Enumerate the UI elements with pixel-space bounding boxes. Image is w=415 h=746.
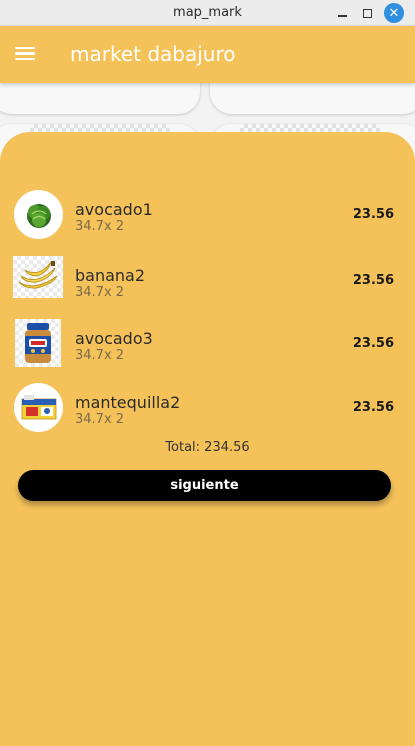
item-quantity: 34.7x 2 [75, 285, 125, 300]
item-price: 23.56 [352, 400, 394, 415]
item-price: 23.56 [352, 336, 394, 351]
app-bar: market dabajuro [0, 26, 415, 83]
item-price: 23.56 [352, 273, 394, 288]
close-icon[interactable]: ✕ [384, 3, 404, 23]
butter-box-image [14, 383, 63, 432]
cart-total: Total: 234.56 [165, 440, 250, 455]
item-name: avocado3 [75, 329, 153, 348]
lettuce-image [14, 190, 63, 239]
cart-bottom-sheet: avocado1 34.7x 2 23.56 banana2 34.7x 2 2… [0, 132, 415, 746]
window-titlebar: map_mark ✕ [0, 0, 415, 26]
cart-item[interactable]: mantequilla2 34.7x 2 23.56 [0, 383, 415, 437]
cart-item[interactable]: avocado3 34.7x 2 23.56 [0, 319, 415, 373]
item-quantity: 34.7x 2 [75, 219, 125, 234]
item-quantity: 34.7x 2 [75, 348, 125, 363]
peanut-butter-jar-image [15, 319, 61, 367]
minimize-icon[interactable] [332, 3, 352, 23]
item-price: 23.56 [352, 207, 394, 222]
item-name: avocado1 [75, 200, 153, 219]
maximize-icon[interactable] [357, 3, 377, 23]
item-quantity: 34.7x 2 [75, 412, 125, 427]
cart-item[interactable]: avocado1 34.7x 2 23.56 [0, 190, 415, 244]
hamburger-menu-icon[interactable] [14, 44, 36, 64]
item-name: mantequilla2 [75, 393, 181, 412]
cart-item[interactable]: banana2 34.7x 2 23.56 [0, 256, 415, 310]
next-button[interactable]: siguiente [18, 470, 391, 501]
item-name: banana2 [75, 266, 146, 285]
banana-image [13, 256, 63, 298]
window-title: map_mark [173, 5, 242, 20]
app-title: market dabajuro [70, 42, 236, 66]
